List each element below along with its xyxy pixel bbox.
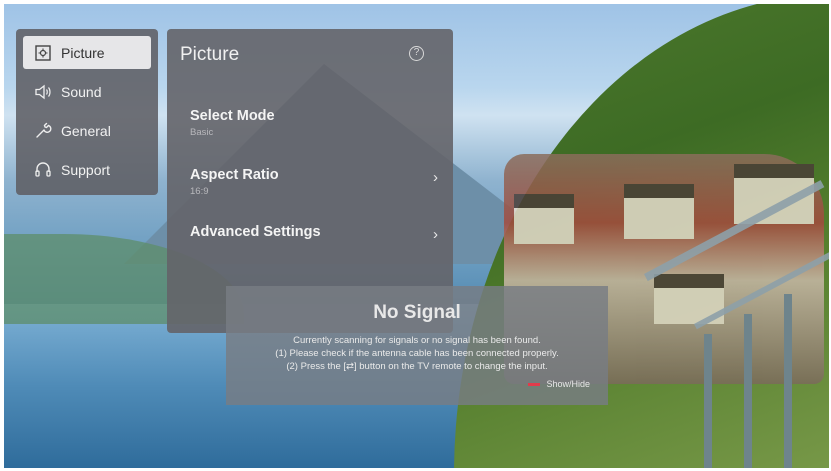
- picture-icon: [33, 43, 53, 63]
- red-button-icon: [528, 382, 541, 386]
- setting-select-mode[interactable]: Select Mode Basic: [190, 108, 430, 138]
- setting-aspect-ratio[interactable]: Aspect Ratio 16:9 ›: [190, 167, 438, 197]
- railing-post: [744, 314, 752, 468]
- setting-label: Aspect Ratio: [190, 167, 279, 183]
- speaker-icon: [33, 82, 53, 102]
- no-signal-message: (2) Press the [⇄] button on the TV remot…: [286, 361, 548, 372]
- no-signal-popup: No Signal Currently scanning for signals…: [226, 286, 608, 405]
- menu-item-sound[interactable]: Sound: [23, 75, 151, 108]
- village-house: [624, 184, 694, 239]
- help-icon[interactable]: ?: [409, 46, 424, 61]
- show-hide-label: Show/Hide: [546, 379, 590, 389]
- menu-item-label: Sound: [61, 83, 102, 100]
- menu-item-picture[interactable]: Picture: [23, 36, 151, 69]
- panel-title: Picture: [180, 44, 240, 65]
- no-signal-title: No Signal: [373, 302, 461, 323]
- setting-label: Select Mode: [190, 108, 275, 124]
- railing-post: [704, 334, 712, 468]
- setting-value: Basic: [190, 127, 214, 138]
- menu-item-general[interactable]: General: [23, 114, 151, 147]
- menu-item-label: General: [61, 122, 111, 139]
- setting-advanced-settings[interactable]: Advanced Settings ›: [190, 224, 438, 243]
- menu-item-label: Picture: [61, 44, 105, 61]
- setting-value: 16:9: [190, 186, 209, 197]
- menu-item-label: Support: [61, 161, 111, 178]
- wrench-icon: [33, 121, 53, 141]
- chevron-right-icon: ›: [433, 226, 438, 243]
- setting-label: Advanced Settings: [190, 224, 321, 240]
- no-signal-message: Currently scanning for signals or no sig…: [293, 335, 541, 346]
- village-house: [514, 194, 574, 244]
- show-hide-button[interactable]: Show/Hide: [528, 379, 590, 389]
- headset-icon: [33, 160, 53, 180]
- settings-side-menu: Picture Sound General Support: [16, 29, 158, 195]
- chevron-right-icon: ›: [433, 169, 438, 186]
- no-signal-message: (1) Please check if the antenna cable ha…: [275, 348, 559, 359]
- railing-post: [784, 294, 792, 468]
- menu-item-support[interactable]: Support: [23, 153, 151, 186]
